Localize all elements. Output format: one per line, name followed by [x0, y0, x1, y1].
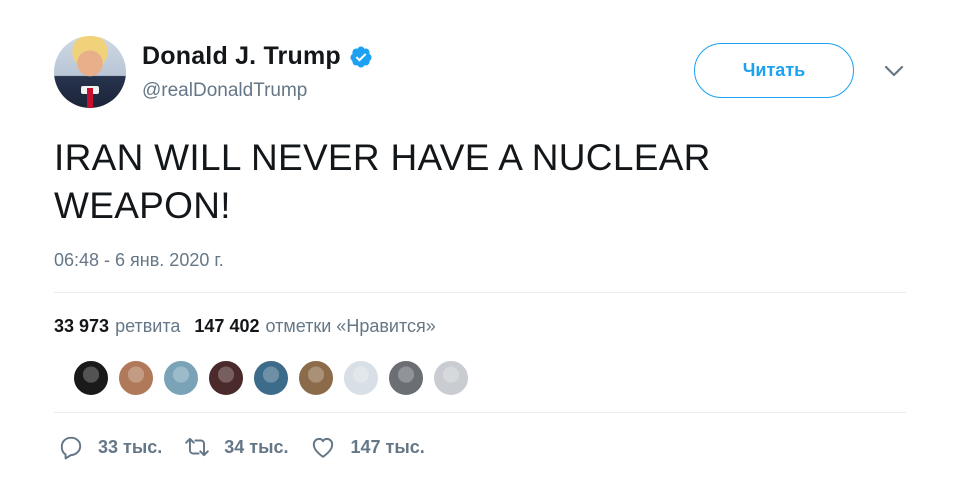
tweet-text: IRAN WILL NEVER HAVE A NUCLEAR WEAPON!	[54, 137, 711, 226]
verified-badge-icon	[350, 46, 372, 67]
tweet-actions: 33 тыс. 34 тыс. 147 тыс.	[58, 434, 447, 460]
liker-avatar[interactable]	[297, 359, 335, 397]
liker-avatar[interactable]	[387, 359, 425, 397]
liker-avatar[interactable]	[162, 359, 200, 397]
author-name-row[interactable]: Donald J. Trump	[142, 42, 373, 71]
liker-avatar[interactable]	[432, 359, 470, 397]
liker-avatar[interactable]	[72, 359, 110, 397]
likes-label[interactable]: отметки «Нравится»	[265, 316, 435, 337]
retweet-count: 34 тыс.	[224, 436, 289, 457]
tweet-stats: 33 973 ретвита 147 402 отметки «Нравится…	[54, 316, 450, 337]
retweet-button[interactable]: 34 тыс.	[184, 434, 288, 460]
likers-avatars	[72, 359, 477, 397]
liker-avatar[interactable]	[252, 359, 290, 397]
like-count: 147 тыс.	[350, 436, 425, 457]
retweets-count[interactable]: 33 973	[54, 316, 109, 337]
retweet-icon	[185, 437, 210, 457]
heart-icon	[313, 437, 334, 458]
tweet-timestamp[interactable]: 06:48 - 6 янв. 2020 г.	[54, 250, 224, 271]
reply-button[interactable]: 33 тыс.	[58, 434, 162, 460]
retweets-label[interactable]: ретвита	[115, 316, 180, 337]
reply-count: 33 тыс.	[98, 436, 163, 457]
divider-top	[54, 292, 906, 293]
follow-button[interactable]: Читать	[694, 43, 854, 98]
chevron-down-icon[interactable]	[883, 64, 905, 78]
avatar-tie	[87, 88, 93, 108]
liker-avatar[interactable]	[117, 359, 155, 397]
divider-bottom	[54, 412, 906, 413]
author-avatar[interactable]	[54, 36, 126, 108]
liker-avatar[interactable]	[342, 359, 380, 397]
like-button[interactable]: 147 тыс.	[310, 434, 425, 460]
likes-count[interactable]: 147 402	[194, 316, 259, 337]
author-handle[interactable]: @realDonaldTrump	[142, 80, 307, 102]
author-name[interactable]: Donald J. Trump	[142, 42, 341, 71]
liker-avatar[interactable]	[207, 359, 245, 397]
tweet-card: Donald J. Trump @realDonaldTrump Читать …	[0, 0, 960, 488]
reply-icon	[60, 436, 82, 460]
